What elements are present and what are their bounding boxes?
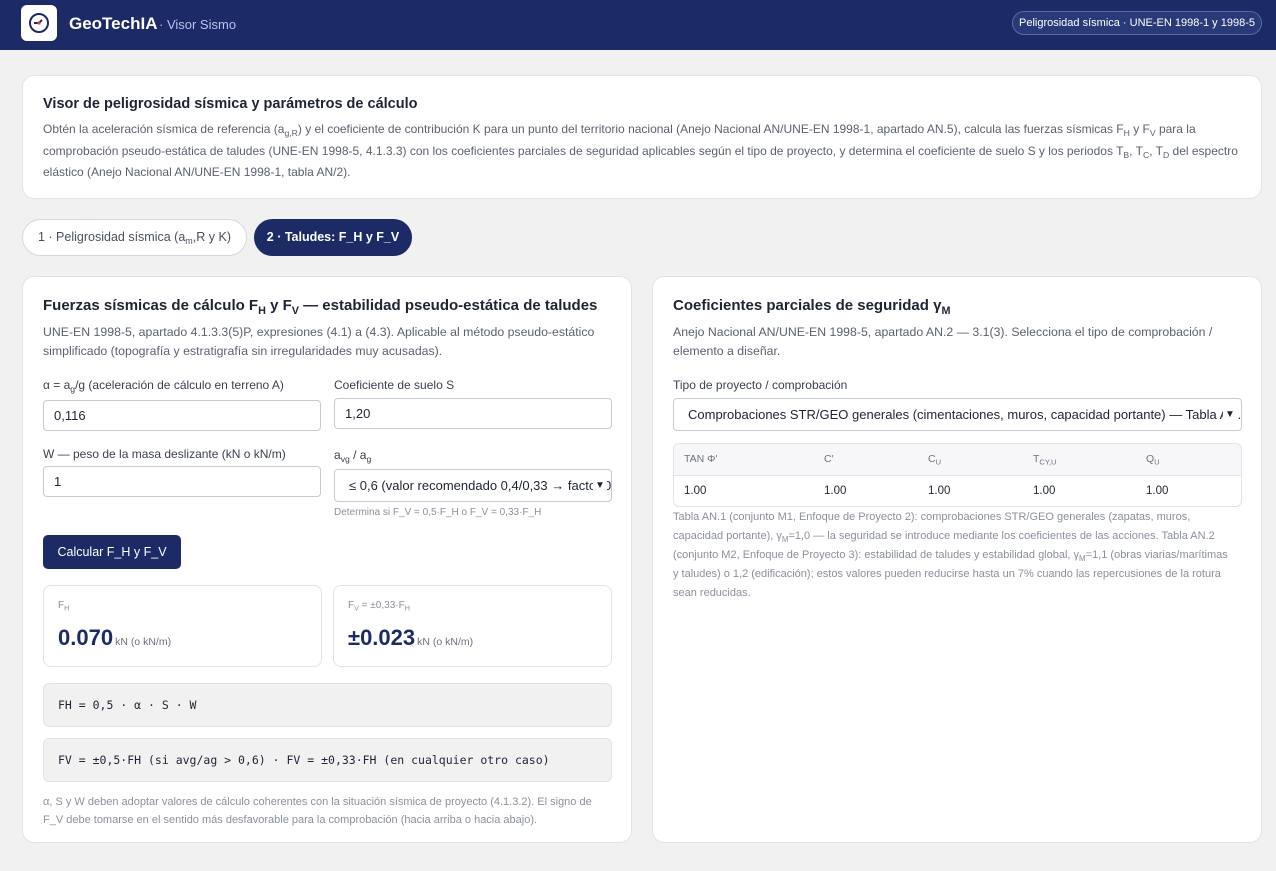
soil-coefficient-input[interactable]: 1,20 (334, 398, 612, 429)
intro-card: Visor de peligrosidad sísmica y parámetr… (22, 75, 1262, 199)
partial-factors-description: Anejo Nacional AN/UNE-EN 1998-5, apartad… (673, 325, 1213, 358)
column-header-c: C' (824, 453, 834, 465)
partial-factors-card: Coeficientes parciales de seguridad γM A… (652, 276, 1262, 843)
ratio-hint: Determina si F_V = 0,5·F_H o F_V = 0,33·… (334, 507, 542, 518)
chevron-down-icon: ▼ (1223, 399, 1237, 430)
fv-result-card: FV = ±0,33·FH ±0.023 kN (o kN/m) (333, 585, 612, 667)
brand-subtitle: · Visor Sismo (159, 17, 237, 32)
brand-name: GeoTechIA (69, 14, 158, 33)
ratio-label: avg / ag (334, 448, 372, 465)
partial-factors-table: TAN Φ' C' CU TCY,U QU 1.00 1.00 1.00 1.0… (673, 443, 1242, 507)
partial-factors-title: Coeficientes parciales de seguridad γM (673, 297, 951, 317)
page-title: Visor de peligrosidad sísmica y parámetr… (43, 96, 418, 112)
partial-factors-note: Tabla AN.1 (conjunto M1, Enfoque de Proy… (673, 511, 1228, 599)
fh-result-label: FH (58, 600, 70, 613)
ratio-select[interactable]: ≤ 0,6 (valor recomendado 0,4/0,33 → fact… (334, 469, 612, 502)
slope-forces-title: Fuerzas sísmicas de cálculo FH y FV — es… (43, 297, 598, 317)
chevron-down-icon: ▼ (593, 470, 607, 501)
weight-input[interactable]: 1 (43, 466, 321, 497)
fh-formula: FH = 0,5 · α · S · W (43, 683, 612, 727)
slope-forces-description: UNE-EN 1998-5, apartado 4.1.3.3(5)P, exp… (43, 325, 595, 358)
slope-forces-note: α, S y W deben adoptar valores de cálcul… (43, 796, 592, 826)
table-cell-c: 1.00 (824, 485, 847, 497)
column-header-qu: QU (1146, 453, 1160, 467)
alpha-input[interactable]: 0,116 (43, 400, 321, 431)
soil-coefficient-label: Coeficiente de suelo S (334, 378, 455, 392)
table-cell-cu: 1.00 (928, 485, 951, 497)
standard-badge: Peligrosidad sísmica · UNE-EN 1998-1 y 1… (1012, 11, 1262, 35)
fh-result-value: 0.070 kN (o kN/m) (58, 625, 172, 650)
fv-result-label: FV = ±0,33·FH (348, 600, 410, 613)
logo-icon (29, 13, 49, 33)
column-header-cu: CU (928, 453, 942, 467)
project-type-select[interactable]: Comprobaciones STR/GEO generales (ciment… (673, 398, 1242, 431)
table-cell-tcyu: 1.00 (1033, 485, 1056, 497)
top-bar: GeoTechIA · Visor Sismo Peligrosidad sís… (0, 0, 1276, 50)
fv-formula: FV = ±0,5·FH (si avg/ag > 0,6) · FV = ±0… (43, 738, 612, 782)
tab-slopes[interactable]: 2 · Taludes: F_H y F_V (254, 219, 412, 256)
intro-description: Obtén la aceleración sísmica de referenc… (43, 122, 1238, 179)
alpha-label: α = ag/g (aceleración de cálculo en terr… (43, 378, 284, 395)
column-header-tan-phi: TAN Φ' (684, 453, 718, 465)
app-logo[interactable] (21, 5, 57, 41)
column-header-tcyu: TCY,U (1033, 453, 1057, 467)
table-cell-tan-phi: 1.00 (684, 485, 707, 497)
slope-forces-card: Fuerzas sísmicas de cálculo FH y FV — es… (22, 276, 632, 843)
fh-result-card: FH 0.070 kN (o kN/m) (43, 585, 322, 667)
table-cell-qu: 1.00 (1146, 485, 1169, 497)
fv-result-value: ±0.023 kN (o kN/m) (348, 625, 474, 650)
calculate-button[interactable]: Calcular F_H y F_V (43, 535, 181, 569)
tab-seismic-hazard[interactable]: 1 · Peligrosidad sísmica (am,R y K) (22, 219, 247, 256)
project-type-label: Tipo de proyecto / comprobación (673, 378, 848, 392)
weight-label: W — peso de la masa deslizante (kN o kN/… (43, 447, 286, 461)
